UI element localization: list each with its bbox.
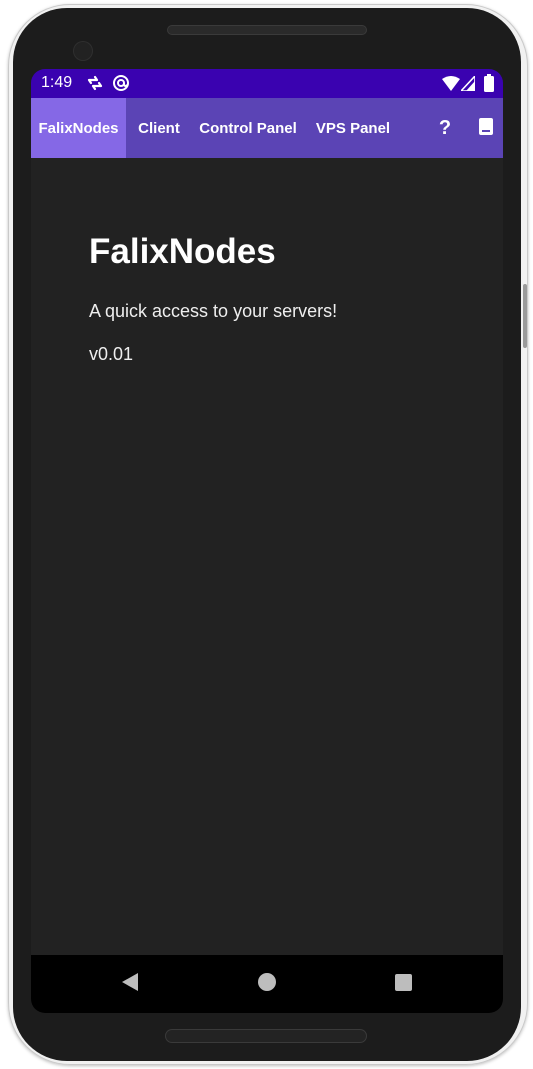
top-app-bar: FalixNodes Client Control Panel VPS Pane…	[31, 98, 503, 158]
help-button[interactable]: ?	[427, 98, 463, 158]
home-icon	[258, 973, 276, 995]
main-content: FalixNodes A quick access to your server…	[31, 158, 503, 955]
battery-icon	[484, 74, 494, 96]
tab-control-panel[interactable]: Control Panel	[192, 98, 304, 158]
page-title: FalixNodes	[89, 232, 276, 271]
docs-button[interactable]	[468, 98, 503, 158]
bottom-speaker	[166, 1030, 366, 1042]
cell-signal-icon	[459, 73, 476, 95]
help-icon: ?	[438, 116, 452, 139]
version-label: v0.01	[89, 344, 134, 364]
status-bar: 1:49	[31, 69, 503, 98]
status-time: 1:49	[41, 74, 73, 91]
recents-icon	[394, 973, 412, 995]
front-camera	[74, 42, 92, 60]
screen: 1:49 FalixNodes Client Control Panel VPS…	[31, 69, 503, 1013]
tab-label: Control Panel	[199, 119, 297, 137]
tab-falixnodes[interactable]: FalixNodes	[31, 98, 126, 158]
tab-client[interactable]: Client	[126, 98, 192, 158]
tab-label: VPS Panel	[315, 119, 391, 137]
back-icon	[121, 972, 139, 996]
sync-arrows-icon	[86, 75, 104, 95]
tab-label: Client	[138, 119, 180, 137]
at-sign-icon	[112, 74, 130, 96]
tab-vps-panel[interactable]: VPS Panel	[304, 98, 402, 158]
recents-button[interactable]	[373, 955, 433, 1013]
page-subtitle: A quick access to your servers!	[89, 301, 338, 321]
home-button[interactable]	[237, 955, 297, 1013]
power-button	[523, 284, 527, 348]
book-icon	[479, 117, 493, 139]
tab-label: FalixNodes	[38, 119, 119, 137]
system-nav-bar	[31, 955, 503, 1013]
back-button[interactable]	[100, 955, 160, 1013]
earpiece-speaker	[168, 26, 366, 34]
wifi-icon	[442, 76, 460, 95]
